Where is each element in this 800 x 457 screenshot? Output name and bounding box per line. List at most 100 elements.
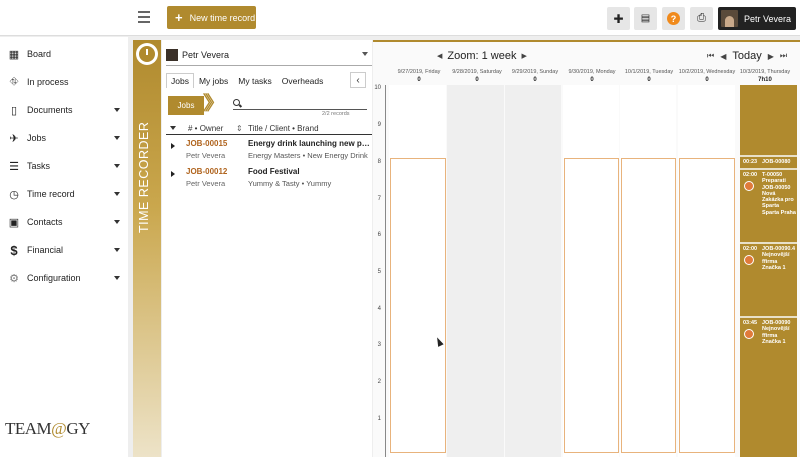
selected-user: Petr Vevera: [182, 50, 230, 60]
hour-label: 8: [377, 159, 381, 165]
sidebar-item-documents[interactable]: ▯ Documents: [0, 100, 128, 120]
job-owner: Petr Vevera: [186, 151, 226, 160]
help-button[interactable]: ?: [662, 7, 685, 30]
day-date: 9/27/2019, Friday: [397, 69, 441, 75]
hour-label: 7: [377, 196, 381, 202]
entry-text: JOB-00080: [762, 159, 791, 165]
sidebar-item-contacts[interactable]: ▣ Contacts: [0, 212, 128, 232]
day-column[interactable]: [505, 85, 561, 457]
today-button[interactable]: Today: [732, 50, 761, 62]
day-header: 10/3/2019, Thursday 7h10: [736, 68, 794, 84]
entry-text: JOB-00090.4 Nejnovější ffirma Značka 1: [762, 246, 796, 271]
sidebar-item-in-process[interactable]: ⛗ In process: [0, 72, 128, 92]
gear-icon: ⚙: [9, 272, 19, 285]
sidebar-item-board[interactable]: ▦ Board: [0, 44, 128, 64]
job-title: Energy drink launching new product: [248, 139, 370, 148]
clock-icon: [744, 181, 754, 191]
zoom-out-icon[interactable]: ◀: [437, 52, 442, 60]
records-count: 2/2 records: [322, 111, 350, 117]
chevron-left-icon: ‹: [356, 74, 360, 86]
previous-icon[interactable]: ◀: [720, 52, 726, 61]
sidebar-item-label: Tasks: [27, 161, 51, 171]
sidebar-item-label: Time record: [27, 189, 75, 199]
job-code: JOB-00012: [186, 167, 228, 176]
hour-label: 2: [377, 379, 381, 385]
jobs-panel: Petr Vevera Jobs My jobs My tasks Overhe…: [162, 40, 372, 457]
add-button[interactable]: ✚: [607, 7, 630, 30]
sidebar-item-time-record[interactable]: ◷ Time record: [0, 184, 128, 204]
day-date: 10/1/2019, Tuesday: [624, 69, 674, 75]
last-page-icon[interactable]: ⏭: [780, 51, 787, 61]
hamburger-menu-icon[interactable]: [138, 11, 150, 23]
day-date: 9/29/2019, Sunday: [511, 69, 559, 75]
calendar: ◀ Zoom: 1 week ▶ ⏮ ◀ Today ▶ ⏭ 9/27/2019…: [373, 40, 800, 457]
day-column[interactable]: [447, 85, 504, 457]
tab-my-jobs[interactable]: My jobs: [194, 73, 233, 88]
expand-icon[interactable]: [171, 143, 175, 149]
time-entry[interactable]: 03:45 JOB-00090 Nejnovější ffirma Značka…: [740, 316, 797, 457]
hour-label: 10: [374, 85, 381, 91]
first-page-icon[interactable]: ⏮: [707, 51, 714, 61]
sort-icon[interactable]: ⇕: [236, 124, 243, 133]
zoom-in-icon[interactable]: ▶: [521, 52, 526, 60]
sidebar-item-label: Board: [27, 49, 52, 59]
divider: [166, 65, 372, 66]
breadcrumb-chevrons-icon: 〉〉〉: [202, 93, 226, 115]
sidebar-item-jobs[interactable]: ✈ Jobs: [0, 128, 128, 148]
help-icon: ?: [667, 12, 680, 25]
collapse-panel-button[interactable]: ‹: [350, 72, 366, 88]
hour-label: 9: [377, 122, 381, 128]
sidebar-item-configuration[interactable]: ⚙ Configuration: [0, 268, 128, 288]
filter-chip-jobs[interactable]: Jobs: [168, 96, 204, 115]
entry-time: 02:00: [743, 246, 758, 252]
chevron-down-icon[interactable]: [170, 126, 176, 130]
entry-text: T-00050 Preparati JOB-00050 Nová Zakázka…: [762, 172, 796, 216]
avatar: [721, 10, 738, 27]
sidebar-item-financial[interactable]: $ Financial: [0, 240, 128, 260]
clock-icon[interactable]: [136, 43, 158, 65]
contacts-icon: ▣: [8, 216, 20, 229]
time-recorder-strip: TIME RECORDER: [133, 40, 161, 457]
day-date: 9/30/2019, Monday: [568, 69, 616, 75]
entry-time: 02:00: [743, 172, 758, 178]
next-icon[interactable]: ▶: [768, 52, 774, 61]
hour-label: 4: [377, 306, 381, 312]
user-menu-button[interactable]: Petr Vevera: [718, 7, 796, 30]
day-date: 10/3/2019, Thursday: [739, 69, 791, 75]
day-total: 0: [647, 77, 651, 83]
chevron-down-icon: [114, 108, 120, 112]
working-hours-slot[interactable]: [679, 158, 735, 453]
time-entry[interactable]: 02:00 T-00050 Preparati JOB-00050 Nová Z…: [740, 168, 797, 242]
working-hours-slot[interactable]: [390, 158, 446, 453]
tab-jobs[interactable]: Jobs: [166, 73, 194, 88]
day-header: 9/28/2019, Saturday 0: [448, 68, 506, 84]
sidebar-item-tasks[interactable]: ☰ Tasks: [0, 156, 128, 176]
sidebar-item-label: Financial: [27, 245, 64, 255]
working-hours-slot[interactable]: [564, 158, 619, 453]
day-total: 0: [417, 77, 421, 83]
zoom-control: ◀ Zoom: 1 week ▶: [437, 50, 527, 62]
tab-overheads[interactable]: Overheads: [277, 73, 329, 88]
print-button[interactable]: ⎙: [690, 7, 713, 30]
day-date: 9/28/2019, Saturday: [452, 69, 502, 75]
avatar: [166, 49, 178, 61]
tab-my-tasks[interactable]: My tasks: [233, 73, 277, 88]
user-selector[interactable]: Petr Vevera: [166, 48, 372, 62]
plus-icon: ✚: [613, 11, 624, 26]
clock-icon: ◷: [9, 188, 19, 201]
expand-icon[interactable]: [171, 171, 175, 177]
column-number-owner[interactable]: # • Owner: [188, 124, 223, 133]
time-entry[interactable]: 02:00 JOB-00090.4 Nejnovější ffirma Znač…: [740, 242, 797, 316]
working-hours-slot[interactable]: [621, 158, 676, 453]
time-entry[interactable]: 00:23 JOB-00080: [740, 155, 797, 168]
sidebar-item-label: Configuration: [27, 273, 81, 283]
search-input[interactable]: [233, 96, 367, 110]
jobs-tabs: Jobs My jobs My tasks Overheads: [166, 73, 328, 88]
new-time-record-button[interactable]: + New time record: [167, 6, 256, 29]
table-row[interactable]: JOB-00015 Petr Vevera Energy drink launc…: [166, 137, 372, 163]
table-row[interactable]: JOB-00012 Petr Vevera Food Festival Yumm…: [166, 165, 372, 191]
zoom-label: Zoom: 1 week: [447, 50, 517, 62]
notes-button[interactable]: ▤: [634, 7, 657, 30]
day-date: 10/2/2019, Wednesday: [678, 69, 736, 75]
column-title-client-brand[interactable]: Title / Client • Brand: [248, 124, 319, 133]
